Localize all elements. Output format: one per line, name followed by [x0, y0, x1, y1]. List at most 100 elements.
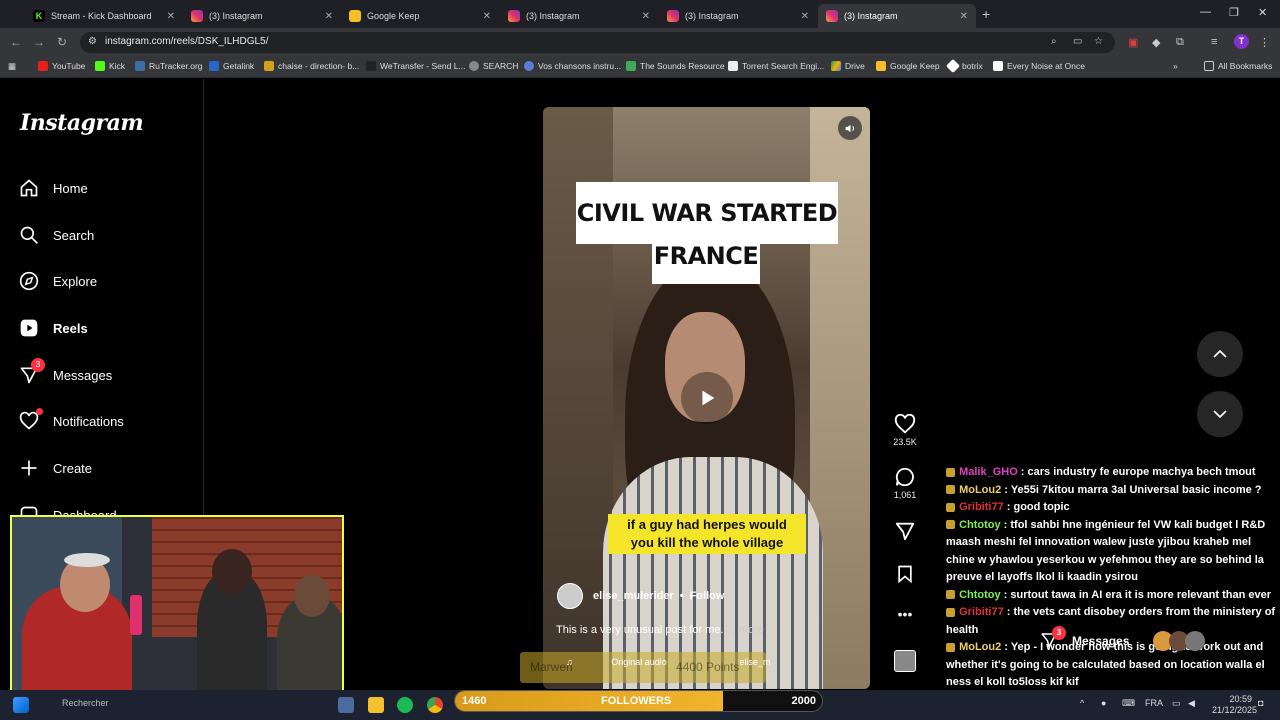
bookmark-torrent-search[interactable]: Torrent Search Engi... — [728, 61, 824, 71]
back-arrow-icon[interactable]: ← — [10, 35, 22, 49]
bookmark-botrix[interactable]: botrix — [945, 58, 983, 74]
bookmark-wetransfer[interactable]: WeTransfer - Send L... — [366, 61, 466, 71]
chat-username: MoLou2 — [959, 483, 1002, 496]
minimize-icon[interactable]: — — [1200, 6, 1211, 18]
bookmark-search[interactable]: SEARCH — [469, 61, 518, 71]
audio-thumbnail[interactable] — [890, 650, 920, 672]
menu-kebab-icon[interactable]: ⋮ — [1259, 36, 1270, 49]
nav-create[interactable]: Create — [18, 457, 92, 479]
previous-reel-button[interactable] — [1197, 331, 1243, 377]
close-icon[interactable]: ✕ — [642, 11, 650, 22]
display-icon[interactable]: ▭ — [1172, 698, 1181, 709]
next-reel-button[interactable] — [1197, 391, 1243, 437]
bookmark-every-noise[interactable]: Every Noise at Once — [993, 61, 1085, 71]
forward-arrow-icon[interactable]: → — [33, 35, 45, 49]
bookmark-chaise[interactable]: chaise - direction- b... — [264, 61, 359, 71]
bookmark-rutracker[interactable]: RuTracker.org — [135, 61, 203, 71]
taskbar-search[interactable]: Rechercher — [62, 698, 109, 708]
nav-explore[interactable]: Explore — [18, 270, 97, 292]
url-text[interactable]: instagram.com/reels/DSK_ILHDGL5/ — [105, 36, 268, 47]
close-icon[interactable]: ✕ — [960, 11, 968, 22]
share-button[interactable] — [890, 520, 920, 544]
bookmark-youtube[interactable]: YouTube — [38, 61, 85, 71]
nav-notifications[interactable]: Notifications — [18, 408, 124, 432]
language-indicator[interactable]: FRA — [1145, 698, 1163, 708]
all-bookmarks[interactable]: All Bookmarks — [1204, 61, 1272, 71]
chaise-icon — [264, 61, 274, 71]
bookmarks-overflow-chevron-icon[interactable]: » — [1173, 61, 1178, 71]
like-button[interactable]: 23.5K — [890, 413, 920, 447]
speaker-icon[interactable]: ◀ — [1188, 698, 1195, 709]
apps-grid-icon[interactable]: ▦ — [8, 61, 16, 72]
music-icon — [524, 61, 534, 71]
bookmark-drive[interactable]: Drive — [831, 61, 865, 71]
notification-bell-icon[interactable]: ◘ — [1258, 698, 1263, 708]
profile-avatar[interactable]: T — [1234, 34, 1249, 49]
more-options-icon[interactable]: ••• — [890, 606, 920, 622]
tab-search-icon[interactable]: ≡ — [1211, 36, 1217, 48]
close-icon[interactable]: ✕ — [483, 11, 491, 22]
messages-badge: 3 — [31, 358, 45, 372]
bookmark-sounds-resource[interactable]: The Sounds Resource — [626, 61, 725, 71]
rutracker-icon — [135, 61, 145, 71]
nav-reels[interactable]: Reels — [18, 317, 88, 339]
zoom-icon[interactable]: ⌕ — [1051, 36, 1057, 47]
instagram-logo[interactable]: Instagram — [20, 110, 144, 136]
file-explorer-icon[interactable] — [368, 697, 384, 713]
bookmark-kick[interactable]: Kick — [95, 61, 125, 71]
volume-icon[interactable] — [838, 116, 862, 140]
chat-badge-icon — [946, 642, 955, 652]
follow-button[interactable]: Follow — [690, 590, 725, 602]
close-icon[interactable]: ✕ — [325, 11, 333, 22]
chat-message: Malik_GHO : cars industry fe europe mach… — [946, 464, 1280, 482]
play-icon[interactable] — [681, 372, 733, 424]
app-icon[interactable] — [338, 697, 354, 713]
followers-goal-bar: 1460 FOLLOWERS 2000 — [454, 690, 823, 712]
reel-username[interactable]: elise_mulerider — [593, 590, 674, 602]
reload-icon[interactable]: ↻ — [57, 35, 67, 49]
window-close-icon[interactable]: ✕ — [1258, 6, 1267, 19]
cast-icon[interactable]: ▭ — [1073, 36, 1082, 47]
bookmark-vos-chansons[interactable]: Vos chansons instru... — [524, 61, 621, 71]
extension-icon[interactable]: ▣ — [1128, 36, 1138, 49]
messages-pill[interactable]: 3 Messages — [1040, 625, 1250, 656]
youtube-icon — [38, 61, 48, 71]
microphone-icon[interactable]: ● — [1101, 698, 1106, 708]
chat-username: Chtotoy — [959, 588, 1001, 601]
keyboard-icon[interactable]: ⌨ — [1122, 698, 1135, 709]
site-info-icon[interactable]: ⚙ — [88, 36, 97, 47]
chrome-icon[interactable] — [427, 697, 443, 713]
windows-start-icon[interactable] — [13, 697, 29, 713]
close-icon[interactable]: ✕ — [167, 11, 175, 22]
bookmark-getalink[interactable]: Getalink — [209, 61, 254, 71]
bookmark-google-keep[interactable]: Google Keep — [876, 61, 940, 71]
tab-kick-dashboard[interactable]: K Stream - Kick Dashboard ✕ — [25, 4, 183, 28]
spotify-icon[interactable] — [397, 697, 413, 713]
extensions-puzzle-icon[interactable]: ⧉ — [1176, 36, 1184, 49]
tab-instagram-active[interactable]: (3) Instagram ✕ — [818, 4, 976, 28]
clock[interactable]: 20:59 21/12/2025 — [1212, 694, 1257, 716]
tab-instagram-2[interactable]: (3) Instagram ✕ — [500, 4, 658, 28]
tab-google-keep[interactable]: Google Keep ✕ — [341, 4, 499, 28]
extension-diamond-icon[interactable]: ◆ — [1152, 36, 1160, 49]
restore-icon[interactable]: ❐ — [1229, 6, 1239, 19]
nav-home[interactable]: Home — [18, 177, 88, 199]
tab-instagram-3[interactable]: (3) Instagram ✕ — [659, 4, 817, 28]
search-icon — [18, 224, 40, 246]
close-icon[interactable]: ✕ — [801, 11, 809, 22]
messenger-icon: 3 — [1040, 625, 1066, 652]
reel-audio[interactable]: ♫ Original audio elise_m — [566, 657, 770, 667]
new-tab-plus-icon[interactable]: + — [982, 6, 990, 22]
url-omnibox[interactable]: ⚙ instagram.com/reels/DSK_ILHDGL5/ ⌕ ▭ ☆ — [80, 32, 1115, 53]
nav-messages[interactable]: 3 Messages — [18, 358, 112, 386]
bookmark-star-icon[interactable]: ☆ — [1094, 36, 1103, 47]
nav-search[interactable]: Search — [18, 224, 94, 246]
tab-instagram-1[interactable]: (3) Instagram ✕ — [183, 4, 341, 28]
save-button[interactable] — [890, 563, 920, 587]
heart-icon — [18, 408, 43, 432]
followers-progress-fill — [455, 691, 723, 711]
avatar[interactable] — [557, 583, 583, 609]
chevron-up-icon[interactable]: ^ — [1080, 698, 1084, 708]
comment-button[interactable]: 1,061 — [890, 466, 920, 500]
more-link[interactable]: ... more — [727, 624, 764, 636]
